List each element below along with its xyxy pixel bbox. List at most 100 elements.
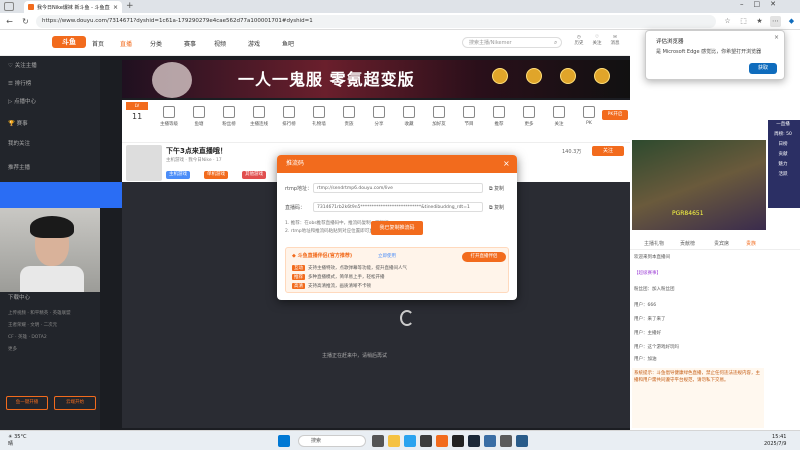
follow-icon[interactable]: ♡ 关注 [590,35,604,51]
nav-home[interactable]: 首页 [92,39,104,48]
nav-category[interactable]: 分类 [150,39,162,48]
search-input[interactable]: 搜索主播/Nikemer [462,37,562,48]
tool-task[interactable]: 主播等级 [154,106,184,136]
close-icon[interactable]: × [774,34,779,41]
site-header: 斗鱼 首页 直播 分类 赛事 视频 游戏 鱼吧 搜索主播/Nikemer ⌕ ◷… [0,30,630,56]
nav-yuba[interactable]: 鱼吧 [282,39,294,48]
tool-follow[interactable]: 关注 [544,106,574,136]
notification-get-button[interactable]: 获取 [749,63,777,74]
sidebar-item-recommend[interactable]: 推荐主播 [8,162,96,174]
start-icon[interactable] [278,435,290,447]
sidebar-item-vod[interactable]: ▷ 点播中心 [8,96,96,108]
copilot-icon[interactable]: ◆ [786,16,797,27]
obs-icon[interactable] [452,435,464,447]
url-field[interactable]: https://www.douyu.com/7314671?dyshid=1c6… [36,15,716,28]
windows-taskbar: ☀ 35°C 晴 搜索 15:41 2025/7/9 [0,430,800,450]
rtmp-field[interactable]: rtmp://sendrtmp6.douyu.com/live [313,183,483,193]
tab-noble[interactable]: 贵族 [746,240,756,247]
system-clock[interactable]: 15:41 2025/7/9 [764,434,786,448]
chat-message: 粉丝团：加入粉丝团 [634,287,675,292]
stream-key-field[interactable]: 7314671rb2k6t9n5************************… [313,202,483,212]
browser-tab-bar: 我今日Nike爆袜 新斗鱼 - 斗鱼直播 × + –□✕ [0,0,800,13]
gold-coin-icon [560,68,576,84]
tool-rank[interactable]: 排行榜 [274,106,304,136]
new-tab-icon[interactable]: + [126,1,134,11]
nav-events[interactable]: 赛事 [184,39,196,48]
taskbar-search[interactable]: 搜索 [298,435,366,447]
app-icon[interactable] [516,435,528,447]
message-icon[interactable]: ✉ 消息 [608,35,622,51]
game-preview-image[interactable]: PGR84651 [632,140,766,230]
tool-recommend[interactable]: 推荐 [484,106,514,136]
streamer-meta: 主机游戏 · 我今日Nike · 17 [166,158,222,163]
nav-live[interactable]: 直播 [120,39,132,48]
cloud-live-button[interactable]: 云端开始 [54,396,96,410]
key-copy-button[interactable]: ⧉ 复制 [489,204,504,211]
loading-spinner-icon [400,310,414,326]
edge-icon[interactable] [404,435,416,447]
nav-video[interactable]: 视频 [214,39,226,48]
nav-games[interactable]: 游戏 [248,39,260,48]
tool-collect[interactable]: 收藏 [394,106,424,136]
chat-message: 【超级赛事】 [634,271,661,276]
close-tab-icon[interactable]: × [113,4,118,11]
tab-gifts[interactable]: 主播礼物 [644,240,664,247]
pk-open-button[interactable]: PK开启 [602,110,628,120]
tool-more[interactable]: 更多 [514,106,544,136]
window-menu-icon[interactable] [4,2,14,11]
tag-console[interactable]: 主机游戏 [166,171,190,179]
sidebar-item-events[interactable]: 🏆 赛事 [8,118,96,130]
back-icon[interactable]: ← [4,16,15,27]
file-explorer-icon[interactable] [388,435,400,447]
tool-gift-wall[interactable]: 礼物墙 [304,106,334,136]
one-click-live-button[interactable]: 鱼一键开播 [6,396,48,410]
promo-link[interactable]: 立即使用 [378,253,396,259]
close-icon[interactable]: × [503,159,510,168]
sidebar-item-download[interactable]: 下载中心 [8,292,96,304]
open-companion-button[interactable]: 打开直播伴侣 [462,252,506,262]
tool-program[interactable]: 节目 [454,106,484,136]
tab-contribution[interactable]: 贡献榜 [680,240,695,247]
banner-title: 一人一鬼服 零氪超变版 [238,70,415,89]
chat-message: 欢迎来到本直播间 [634,255,670,260]
tag-single[interactable]: 单机游戏 [204,171,228,179]
sidebar-item-rank[interactable]: ☰ 排行榜 [8,78,96,90]
sidebar-item-my-follow[interactable]: 我的关注 [8,138,96,150]
tool-connect[interactable]: 主播连线 [244,106,274,136]
weather-widget[interactable]: ☀ 35°C 晴 [8,434,26,448]
rank-panel[interactable]: 一直播 周榜: 50 日榜 贡献 魅力 活跃 [768,120,800,208]
task-view-icon[interactable] [372,435,384,447]
browser-tab[interactable]: 我今日Nike爆袜 新斗鱼 - 斗鱼直播 × [24,1,122,13]
tool-friend[interactable]: 加好友 [424,106,454,136]
app-icon[interactable] [484,435,496,447]
chat-message: 用户：加油 [634,357,657,362]
tool-fishpond[interactable]: 鱼塘 [184,106,214,136]
refresh-icon[interactable]: ↻ [20,16,31,27]
steam-icon[interactable] [468,435,480,447]
search-icon[interactable]: ⌕ [554,39,557,47]
streamer-avatar[interactable] [126,145,162,181]
sidebar-item-follow[interactable]: ♡ 关注主播 [8,60,96,72]
window-controls[interactable]: –□✕ [740,0,786,8]
app-icon[interactable] [500,435,512,447]
rtmp-copy-button[interactable]: ⧉ 复制 [489,185,504,192]
tool-share[interactable]: 分享 [364,106,394,136]
banner-character-image [152,62,192,98]
sidebar-categories[interactable]: 上传视频 · 和平精英 · 英雄联盟 王者荣耀 · 文明 · 二次元 CF · … [8,308,96,356]
history-icon[interactable]: ◷ 历史 [572,35,586,51]
store-icon[interactable] [420,435,432,447]
star-icon[interactable]: ☆ [722,16,733,27]
tab-vip[interactable]: 贵宾席 [714,240,729,247]
more-icon[interactable]: ⋯ [770,16,781,27]
douyu-app-icon[interactable] [436,435,448,447]
game-ad-banner[interactable]: 一人一鬼服 零氪超变版 [122,60,630,98]
follow-button[interactable]: 关注 [592,146,624,156]
tool-fans[interactable]: 粉丝榜 [214,106,244,136]
tool-noble[interactable]: 贵族 [334,106,364,136]
tool-pk[interactable]: PK [574,106,604,136]
douyu-logo[interactable]: 斗鱼 [52,36,86,48]
confirm-copied-button[interactable]: 我已复制推流码 [371,221,423,235]
tag-other[interactable]: 其他游戏 [242,171,266,179]
favorites-icon[interactable]: ★ [754,16,765,27]
extension-icon[interactable]: ⬚ [738,16,749,27]
